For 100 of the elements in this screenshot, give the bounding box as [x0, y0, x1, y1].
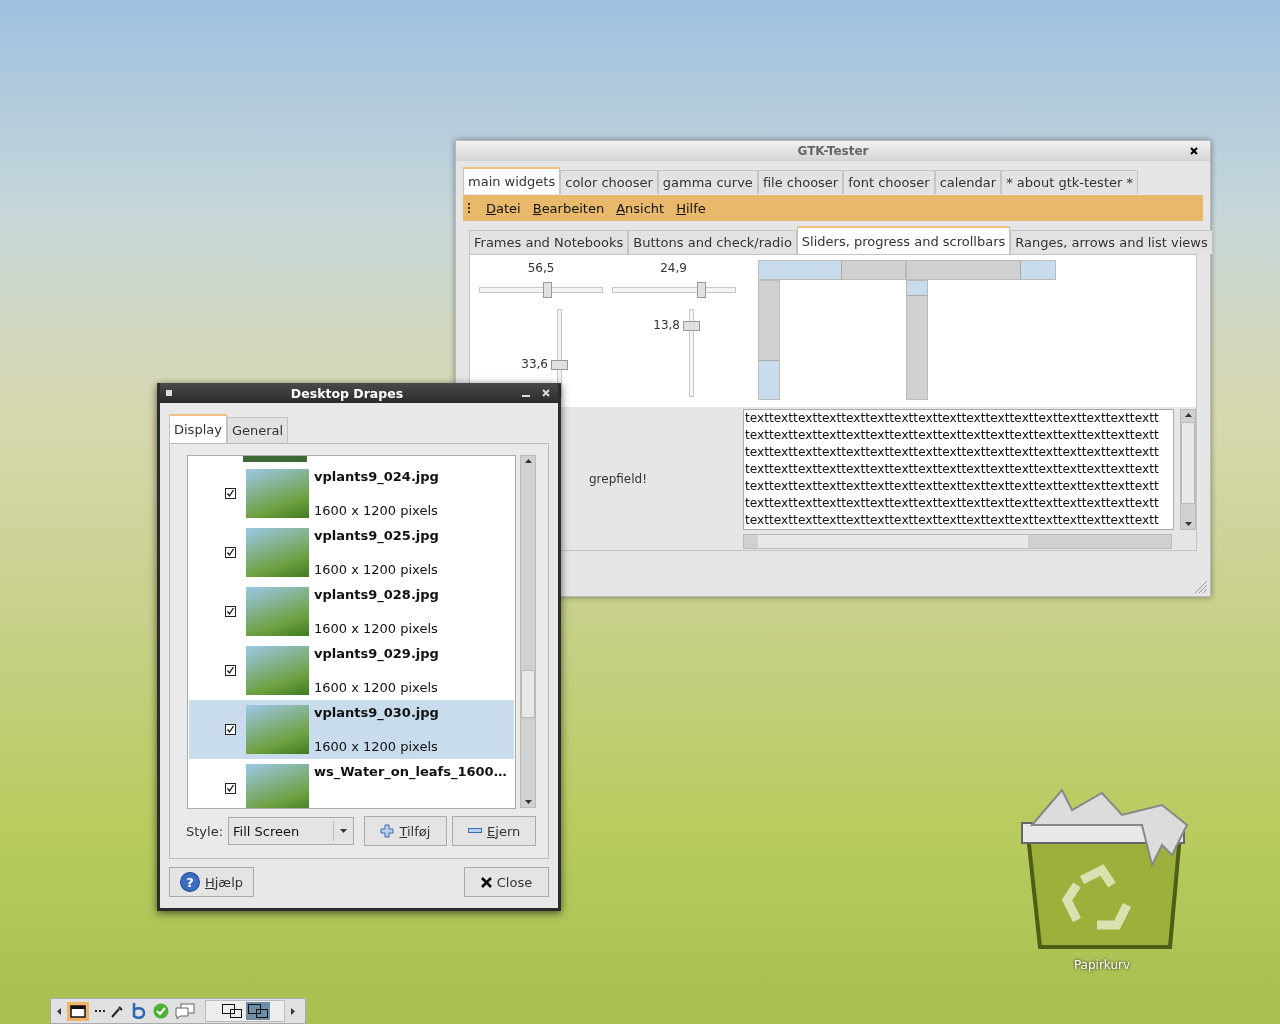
photo-placeholder	[246, 764, 309, 808]
style-dropdown[interactable]: Fill Screen	[228, 817, 354, 845]
scroll-right-icon[interactable]	[291, 1007, 295, 1015]
vertical-scrollbar[interactable]	[1180, 409, 1196, 530]
slider-value: 33,6	[521, 356, 548, 371]
tab[interactable]: color chooser	[560, 170, 658, 194]
workspace-thumbnail[interactable]	[246, 1002, 270, 1020]
check-circle-icon[interactable]	[153, 1003, 169, 1019]
add-button[interactable]: Tilføj	[363, 816, 448, 846]
slider-thumb[interactable]	[543, 282, 553, 298]
pipette-icon[interactable]	[111, 1004, 123, 1018]
window-title: Desktop Drapes	[289, 385, 405, 401]
handle-grip-icon[interactable]	[468, 203, 471, 213]
text-line: texttexttexttexttexttexttexttexttexttexttexttexttexttexttexttexttextt	[745, 427, 1160, 444]
text-line: texttexttexttexttexttexttexttexttexttexttexttexttexttexttexttexttextt	[745, 478, 1160, 495]
checkbox[interactable]	[225, 606, 236, 617]
slider-thumb[interactable]	[683, 320, 700, 331]
checkbox[interactable]	[225, 665, 236, 676]
photo-placeholder	[246, 705, 309, 754]
slider-track[interactable]	[479, 282, 603, 298]
photo-placeholder	[246, 528, 309, 577]
list-item[interactable]: vplants9_029.jpg 1600 x 1200 pixels	[189, 641, 514, 700]
file-name: vplants9_028.jpg	[314, 587, 439, 602]
scroll-down-icon[interactable]	[1184, 522, 1192, 526]
menu-item[interactable]: Bearbeiten	[532, 200, 605, 216]
workspace-thumbnail[interactable]	[220, 1002, 244, 1020]
image-size: 1600 x 1200 pixels	[314, 621, 439, 636]
tab[interactable]: * about gtk-tester *	[1001, 170, 1138, 194]
vertical-scrollbar[interactable]	[906, 280, 928, 400]
tab[interactable]: file chooser	[757, 170, 844, 194]
slider-thumb[interactable]	[551, 359, 568, 370]
photo-placeholder	[243, 456, 307, 462]
scroll-left-icon[interactable]	[57, 1007, 61, 1015]
photo-placeholder	[246, 646, 309, 695]
close-button[interactable]: Close	[464, 867, 549, 897]
tab[interactable]: General	[226, 417, 289, 443]
menu-item[interactable]: Datei	[486, 200, 521, 216]
checkbox[interactable]	[225, 547, 236, 558]
help-button[interactable]: ? Hjælp	[169, 867, 254, 897]
resize-grip-icon[interactable]	[1194, 580, 1208, 594]
file-name: vplants9_024.jpg	[314, 469, 439, 484]
tab[interactable]: Frames and Notebooks	[469, 230, 629, 254]
tab[interactable]: Ranges, arrows and list views	[1010, 230, 1213, 254]
scroll-down-icon[interactable]	[524, 800, 532, 804]
checkbox[interactable]	[225, 783, 236, 794]
image-size: 1600 x 1200 pixels	[314, 562, 439, 577]
menu-item[interactable]: Ansicht	[616, 200, 665, 216]
text-view[interactable]	[743, 409, 1174, 530]
list-item[interactable]: vplants9_030.jpg 1600 x 1200 pixels	[189, 700, 514, 759]
image-size: 1600 x 1200 pixels	[314, 739, 439, 754]
slider-track[interactable]	[611, 282, 736, 298]
minus-icon	[468, 828, 483, 834]
image-size: 1600 x 1200 pixels	[314, 680, 439, 695]
list-item[interactable]: vplants9_028.jpg 1600 x 1200 pixels	[189, 582, 514, 641]
text-line: texttexttexttexttexttexttexttexttexttexttexttexttexttexttexttexttextt	[745, 495, 1160, 512]
remove-button[interactable]: Ejern	[452, 816, 536, 846]
photo-placeholder	[246, 587, 309, 636]
horizontal-scrollbar[interactable]	[743, 534, 1172, 549]
tab[interactable]: gamma curve	[657, 170, 758, 194]
file-name: vplants9_030.jpg	[314, 705, 439, 720]
vertical-scrollbar[interactable]	[520, 455, 536, 808]
tab[interactable]: calendar	[934, 170, 1002, 194]
dropdown-arrow-icon	[339, 829, 347, 833]
horizontal-scrollbar[interactable]	[758, 260, 906, 280]
plus-icon	[380, 824, 395, 838]
menu-item[interactable]: Hilfe	[676, 200, 706, 216]
list-item[interactable]: vplants9_024.jpg 1600 x 1200 pixels	[189, 464, 514, 523]
horizontal-scrollbar[interactable]	[906, 260, 1056, 280]
checkbox[interactable]	[225, 488, 236, 499]
scroll-up-icon[interactable]	[524, 459, 532, 463]
checkbox[interactable]	[225, 724, 236, 735]
list-item[interactable]: ws_Water_on_leafs_1600…	[189, 759, 514, 808]
slider-value: 13,8	[653, 317, 680, 332]
scroll-up-icon[interactable]	[1184, 413, 1192, 417]
slider-thumb[interactable]	[696, 282, 706, 298]
text-line: texttexttexttexttexttexttexttexttexttexttexttexttexttexttexttexttextt	[745, 512, 1160, 529]
vertical-scrollbar[interactable]	[758, 280, 780, 400]
window-icon[interactable]	[67, 1001, 89, 1021]
photo-placeholder	[246, 469, 309, 518]
file-name: vplants9_029.jpg	[314, 646, 439, 661]
text-line: texttexttexttexttexttexttexttexttexttexttexttexttexttexttexttexttextt	[745, 410, 1160, 427]
label-text: grepfield!	[589, 471, 648, 486]
image-size: 1600 x 1200 pixels	[314, 503, 439, 518]
file-name: vplants9_025.jpg	[314, 528, 439, 543]
close-icon	[480, 876, 492, 888]
list-item[interactable]: vplants9_025.jpg 1600 x 1200 pixels	[189, 523, 514, 582]
text-line: texttexttexttexttexttexttexttexttexttexttexttexttexttexttexttexttextt	[745, 444, 1160, 461]
tab[interactable]: font chooser	[843, 170, 935, 194]
file-name: ws_Water_on_leafs_1600…	[314, 764, 507, 779]
chat-bubbles-icon[interactable]	[175, 1003, 195, 1019]
tab[interactable]: main widgets	[463, 167, 561, 194]
text-line: texttexttexttexttexttexttexttexttexttexttexttexttexttexttexttexttextt	[745, 461, 1160, 478]
tab[interactable]: Display	[169, 414, 227, 443]
slider-value: 24,9	[660, 261, 687, 275]
more-icon[interactable]	[95, 1009, 105, 1013]
tab[interactable]: Buttons and check/radio	[628, 230, 797, 254]
tab[interactable]: Sliders, progress and scrollbars	[796, 226, 1011, 254]
close-icon[interactable]	[1190, 147, 1198, 155]
scrollbar-thumb[interactable]	[521, 670, 535, 718]
help-icon: ?	[180, 872, 200, 892]
